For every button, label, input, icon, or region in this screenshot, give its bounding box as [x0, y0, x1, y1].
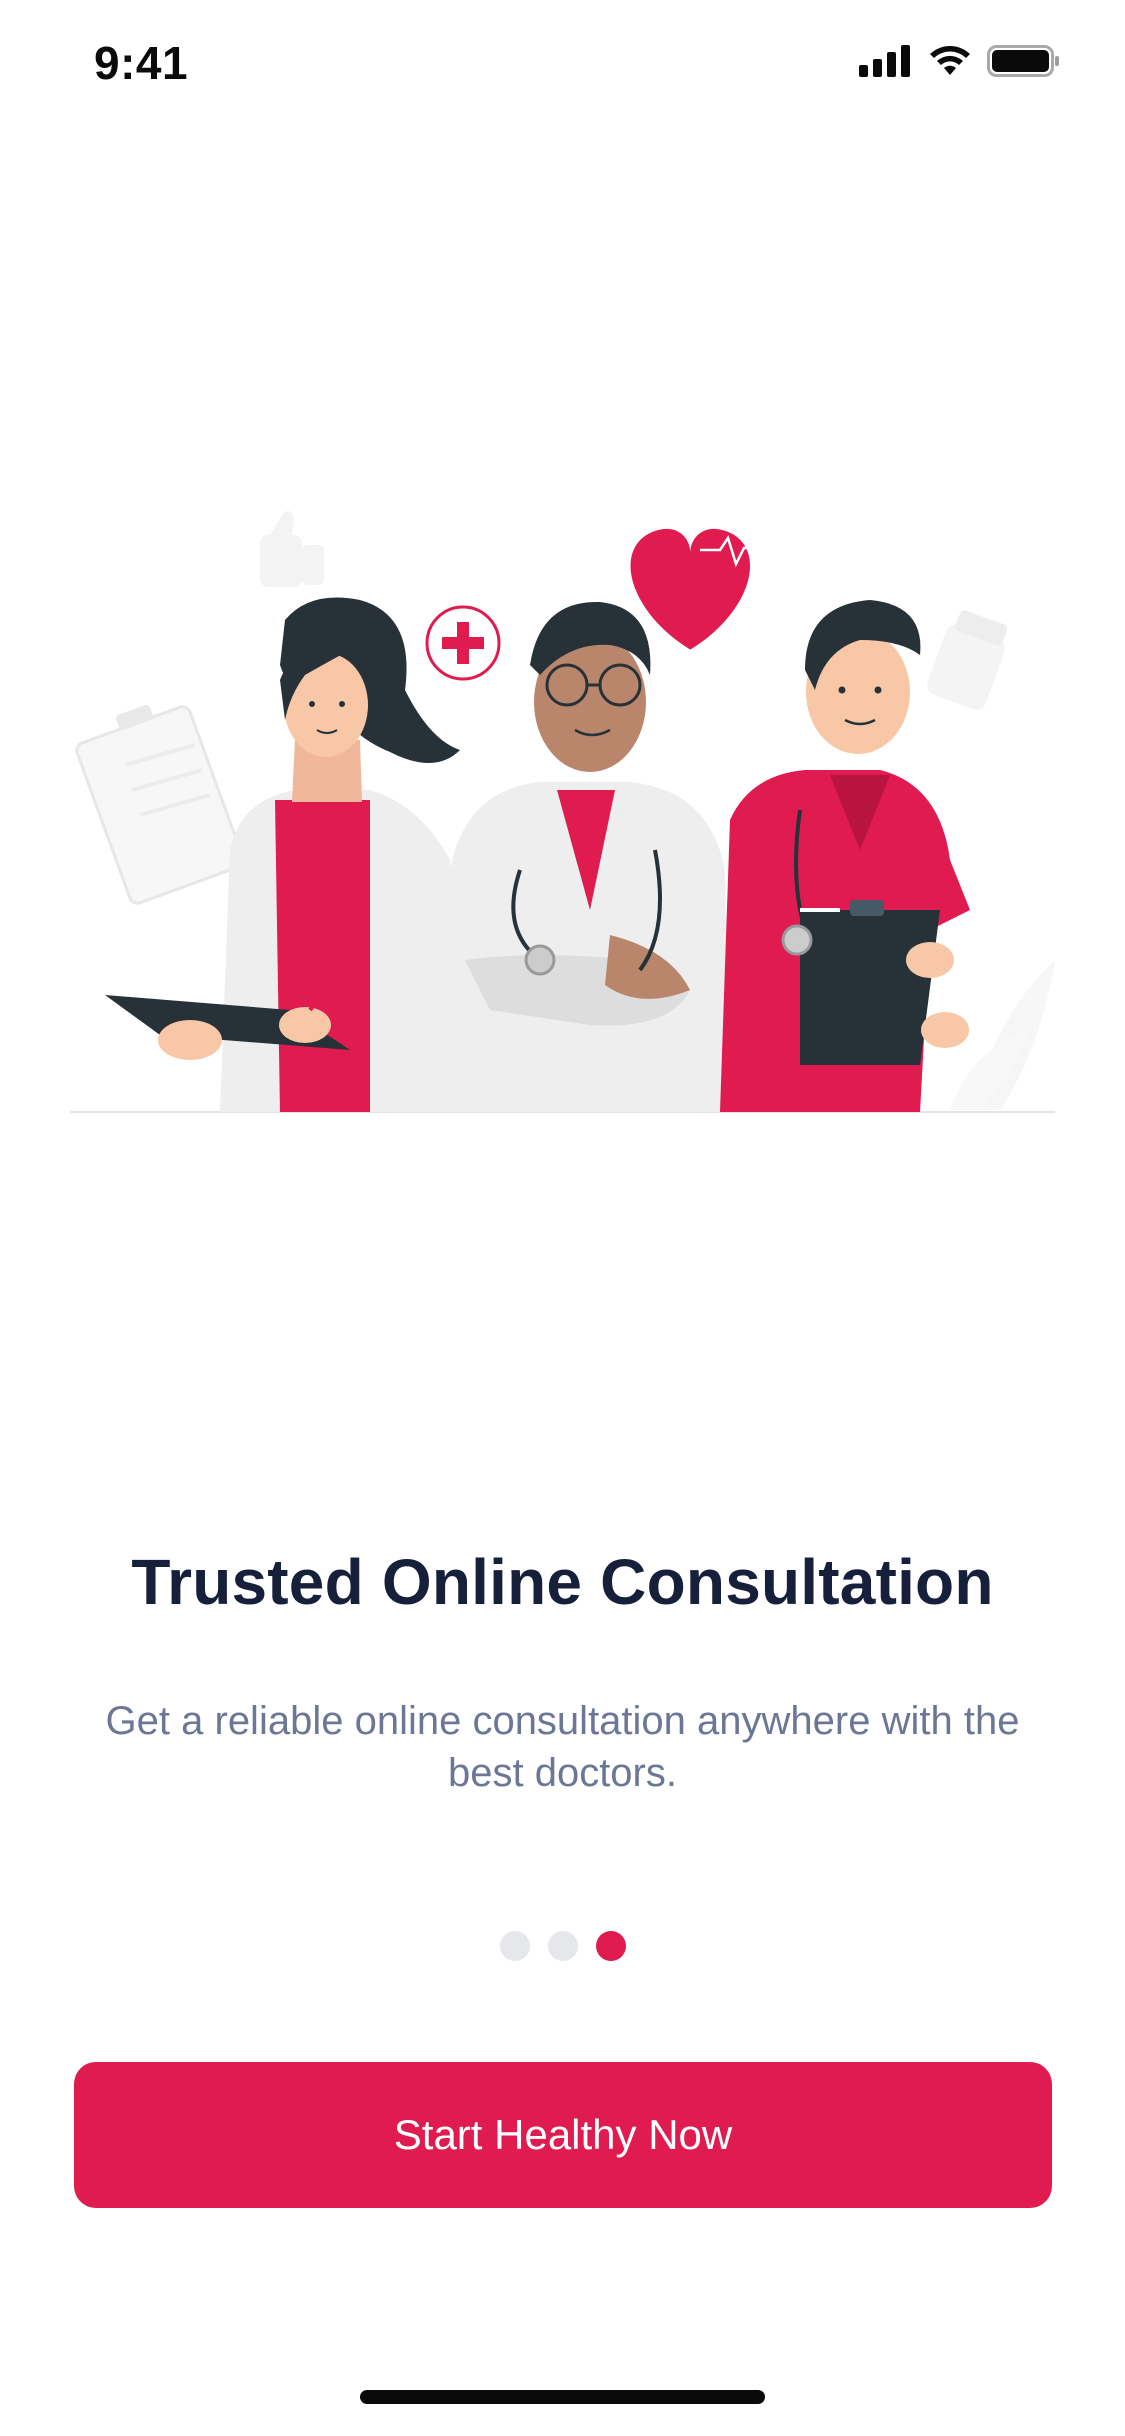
medical-cross-icon	[425, 605, 501, 681]
page-indicator-dot-3-active[interactable]	[595, 1931, 626, 1961]
onboarding-subtitle: Get a reliable online consultation anywh…	[105, 1699, 1020, 1795]
home-indicator[interactable]	[360, 2390, 765, 2404]
wifi-icon	[930, 46, 970, 75]
battery-icon	[987, 45, 1059, 77]
heart-icon	[630, 528, 766, 650]
start-healthy-now-button[interactable]: Start Healthy Now	[74, 2062, 1052, 2208]
male-doctor-figure	[445, 601, 730, 1112]
pill-bottle-icon	[927, 610, 1008, 710]
status-bar: 9:41	[0, 0, 1125, 132]
onboarding-title: Trusted Online Consultation	[131, 1546, 994, 1618]
page-indicator-dot-2[interactable]	[547, 1931, 578, 1961]
doctors-illustration	[70, 511, 1055, 1113]
status-icons	[859, 44, 1061, 78]
status-time: 9:41	[94, 37, 189, 89]
page-indicator-dot-1[interactable]	[499, 1931, 530, 1961]
page-indicator	[0, 1931, 1125, 1961]
thumbs-up-icon	[260, 511, 324, 587]
cellular-signal-icon	[859, 45, 910, 77]
clipboard-icon	[75, 704, 245, 905]
